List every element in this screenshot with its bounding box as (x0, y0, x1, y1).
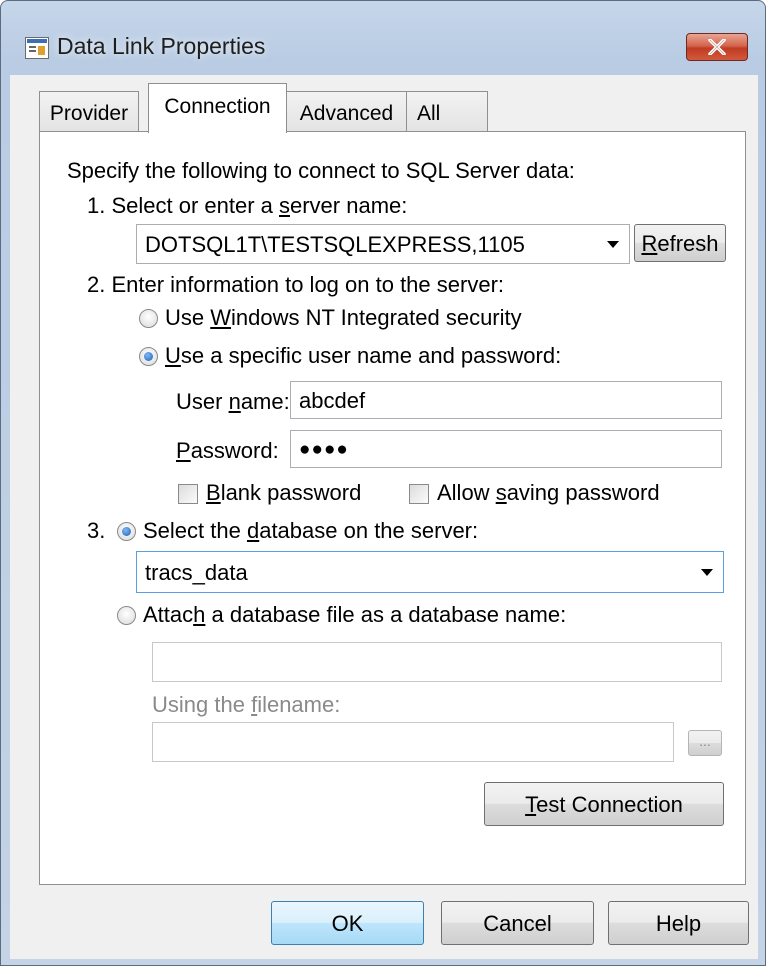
dialog-window: Data Link Properties Provider Connection… (0, 0, 766, 966)
close-button[interactable] (686, 33, 748, 61)
password-label: Password: (176, 438, 279, 463)
allow-saving-label[interactable]: Allow saving password (437, 480, 660, 506)
blank-password-checkbox[interactable] (178, 484, 198, 504)
intro-text: Specify the following to connect to SQL … (67, 158, 575, 183)
filename-field[interactable] (152, 722, 674, 762)
username-label: User name: (176, 389, 290, 414)
password-value: ●●●● (299, 439, 349, 460)
chevron-down-icon[interactable] (701, 569, 713, 576)
ok-button[interactable]: OK (271, 901, 424, 945)
username-value: abcdef (299, 388, 366, 413)
tab-advanced-label: Advanced (299, 102, 394, 125)
help-button[interactable]: Help (608, 901, 749, 945)
tab-all[interactable]: All (406, 91, 488, 133)
windows-security-radio[interactable] (139, 309, 158, 328)
connection-tab-panel: Specify the following to connect to SQL … (39, 131, 746, 885)
allow-saving-checkbox[interactable] (409, 484, 429, 504)
attach-database-name-field[interactable] (152, 642, 722, 682)
test-connection-button[interactable]: Test Connection (484, 782, 724, 826)
step1-label: 1. Select or enter a server name: (87, 193, 408, 218)
select-database-radio[interactable] (117, 522, 136, 541)
tab-advanced[interactable]: Advanced (286, 91, 407, 133)
step3-number: 3. (87, 518, 106, 543)
database-combo[interactable]: tracs_data (136, 551, 724, 593)
tab-connection[interactable]: Connection (148, 83, 287, 133)
browse-button[interactable]: ... (688, 730, 722, 756)
tab-provider-label: Provider (49, 102, 129, 125)
refresh-button[interactable]: Refresh (634, 224, 726, 262)
database-value: tracs_data (145, 560, 248, 585)
close-icon (708, 39, 726, 55)
attach-database-label[interactable]: Attach a database file as a database nam… (143, 602, 566, 628)
tab-all-label: All (417, 102, 441, 125)
specific-user-radio[interactable] (139, 347, 158, 366)
specific-user-label[interactable]: Use a specific user name and password: (165, 343, 561, 369)
server-name-combo[interactable]: DOTSQL1T\TESTSQLEXPRESS,1105 (136, 224, 630, 264)
data-link-icon (25, 37, 49, 59)
server-name-value: DOTSQL1T\TESTSQLEXPRESS,1105 (145, 232, 525, 257)
cancel-button[interactable]: Cancel (441, 901, 594, 945)
attach-database-radio[interactable] (117, 606, 136, 625)
password-field[interactable]: ●●●● (290, 430, 722, 468)
dialog-client-area: Provider Connection Advanced All Specify… (10, 75, 758, 959)
window-title: Data Link Properties (57, 33, 266, 59)
username-field[interactable]: abcdef (290, 381, 722, 419)
step2-label: 2. Enter information to log on to the se… (87, 272, 505, 297)
tab-connection-label: Connection (164, 95, 271, 118)
select-database-label[interactable]: Select the database on the server: (143, 518, 478, 544)
tab-provider[interactable]: Provider (39, 91, 139, 133)
chevron-down-icon[interactable] (607, 241, 619, 248)
filename-label: Using the filename: (152, 692, 341, 717)
windows-security-label[interactable]: Use Windows NT Integrated security (165, 305, 522, 331)
blank-password-label[interactable]: Blank password (206, 480, 361, 506)
